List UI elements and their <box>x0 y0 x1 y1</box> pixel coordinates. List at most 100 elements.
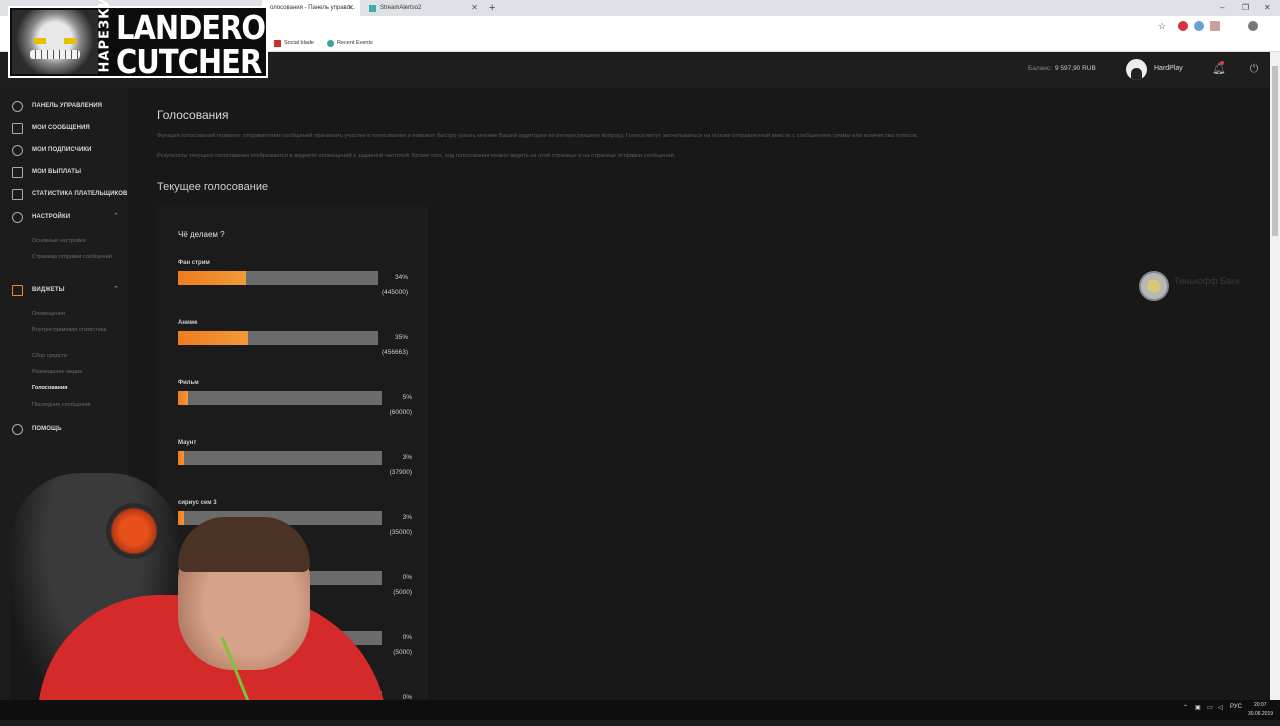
sidebar-item-label: НАСТРОЙКИ <box>32 214 71 220</box>
volume-icon[interactable]: ◁ <box>1218 704 1223 711</box>
profile-icon[interactable] <box>1248 21 1258 31</box>
sidebar-subitem-fundraising[interactable]: Сбор средств <box>32 352 122 360</box>
poll-option-percent: 35% <box>394 334 408 341</box>
mascot-teeth <box>30 50 80 59</box>
balance-label: Баланс: <box>1028 65 1052 72</box>
poll-option-count: (445000) <box>381 289 408 296</box>
avatar[interactable] <box>1126 59 1147 80</box>
messages-icon <box>12 123 23 134</box>
browser-tab-streamalerts[interactable]: StreamAlertso2 ✕ <box>366 0 484 16</box>
language-indicator[interactable]: РУС <box>1230 704 1242 710</box>
sidebar-subitem-media[interactable]: Размещение медиа <box>32 368 122 376</box>
poll-option-count: (60000) <box>389 409 412 416</box>
sidebar-item-payouts[interactable]: МОИ ВЫПЛАТЫ <box>0 166 128 180</box>
help-icon <box>12 424 23 435</box>
poll-option-label: Аниме <box>178 320 198 326</box>
mascot-eye <box>34 38 46 44</box>
sidebar-item-subscribers[interactable]: МОИ ПОДПИСЧИКИ <box>0 144 128 158</box>
tinkoff-bank-logo-icon <box>1139 271 1169 301</box>
user-icon <box>12 145 23 156</box>
chair-logo-icon <box>106 503 162 559</box>
poll-option-percent: 3% <box>402 454 412 461</box>
poll-option-count: (456663) <box>381 349 408 356</box>
chevron-up-icon: ⌃ <box>113 213 119 220</box>
sidebar-item-help[interactable]: ПОМОЩЬ <box>0 423 128 437</box>
poll-option: Аниме 35% (456663) <box>178 320 410 366</box>
sidebar-item-label: ПАНЕЛЬ УПРАВЛЕНИЯ <box>32 103 103 109</box>
wallet-icon <box>12 167 23 178</box>
poll-option-percent: 0% <box>402 634 412 641</box>
poll-option-percent: 0% <box>402 574 412 581</box>
poll-option-bar-fill <box>178 271 246 285</box>
sidebar-item-widgets[interactable]: ВИДЖЕТЫ ⌃ <box>0 284 128 298</box>
network-icon[interactable]: ▭ <box>1207 704 1213 711</box>
poll-option-bar <box>178 331 378 345</box>
sidebar-subitem-basic-settings[interactable]: Основные настройки <box>32 237 122 245</box>
polls-description-results: Результаты текущего голосования отобража… <box>157 153 676 159</box>
sidebar-item-label: ВИДЖЕТЫ <box>32 287 65 293</box>
sidebar-item-label: МОИ СООБЩЕНИЯ <box>32 125 90 131</box>
chevron-up-icon: ⌃ <box>113 286 119 293</box>
sidebar-subitem-alerts[interactable]: Оповещения <box>32 310 122 318</box>
poll-option-percent: 5% <box>402 394 412 401</box>
recent-events-icon <box>327 40 334 47</box>
sidebar-item-payer-stats[interactable]: СТАТИСТИКА ПЛАТЕЛЬЩИКОВ <box>0 188 128 202</box>
logout-power-icon[interactable]: ⏻ <box>1247 62 1261 76</box>
tray-chevron-icon[interactable]: ⌃ <box>1183 704 1188 711</box>
username[interactable]: HardPlay <box>1154 65 1183 72</box>
sidebar-item-label: СТАТИСТИКА ПЛАТЕЛЬЩИКОВ <box>32 191 128 197</box>
restore-icon[interactable]: ❐ <box>1242 0 1249 15</box>
adblock-extension-icon[interactable] <box>1178 21 1188 31</box>
streamer-logo-overlay: НАРЕЗКИ LANDEROK CUTCHER <box>8 0 288 81</box>
close-tab-icon[interactable]: ✕ <box>347 0 354 16</box>
polls-description: Функция голосований позволит отправителя… <box>157 133 919 139</box>
poll-option-bar-fill <box>178 391 189 405</box>
sidebar-item-messages[interactable]: МОИ СООБЩЕНИЯ <box>0 122 128 136</box>
poll-option: Фильм 5% (60000) <box>178 380 414 426</box>
sidebar-item-label: МОИ ВЫПЛАТЫ <box>32 169 82 175</box>
notification-bell-icon[interactable]: 🔔︎ <box>1212 62 1226 76</box>
streamalerts-favicon-icon <box>369 5 376 12</box>
page-scrollbar[interactable] <box>1270 52 1280 700</box>
sidebar-item-dashboard[interactable]: ПАНЕЛЬ УПРАВЛЕНИЯ <box>0 100 128 114</box>
poll-option: Фан стрим 34% (445000) <box>178 260 410 306</box>
tray-app-icon[interactable]: ▣ <box>1195 704 1201 711</box>
logo-side-text: НАРЕЗКИ <box>96 0 113 74</box>
sidebar-subitem-polls[interactable]: Голосования <box>32 384 122 392</box>
webcam-overlay <box>0 465 400 700</box>
close-tab-icon[interactable]: ✕ <box>471 0 478 16</box>
poll-option-bar-fill <box>178 331 248 345</box>
gear-icon <box>12 212 23 223</box>
poll-option-label: Маунт <box>178 440 197 446</box>
sidebar-item-label: ПОМОЩЬ <box>32 426 62 432</box>
sidebar-subitem-last-messages[interactable]: Последние сообщения <box>32 401 122 409</box>
sidebar-item-settings[interactable]: НАСТРОЙКИ ⌃ <box>0 211 128 225</box>
sidebar-subitem-instream-stats[interactable]: Внутристримовая статистика <box>32 326 122 334</box>
bank-logo-text: Тинькофф Банк <box>1174 276 1240 286</box>
scrollbar-thumb[interactable] <box>1272 66 1278 236</box>
windows-taskbar: ⌃ ▣ ▭ ◁ РУС 20:07 30.06.2019 <box>0 700 1280 720</box>
minimize-icon[interactable]: – <box>1220 0 1224 15</box>
bookmark-star-icon[interactable]: ☆ <box>1158 19 1166 34</box>
extension-icon[interactable] <box>1210 21 1220 31</box>
bar-chart-icon <box>12 189 23 200</box>
poll-option-percent: 3% <box>402 514 412 521</box>
clock-date[interactable]: 30.06.2019 <box>1248 711 1273 717</box>
skull-mascot-icon <box>12 10 98 74</box>
poll-option-label: Фильм <box>178 380 199 386</box>
clock-time[interactable]: 20:07 <box>1254 702 1267 708</box>
bookmark-recent-events[interactable]: Recent Events <box>327 36 373 51</box>
sidebar-subitem-send-page[interactable]: Страница отправки сообщений <box>32 253 122 261</box>
extension-icon[interactable] <box>1194 21 1204 31</box>
poll-option-label: Фан стрим <box>178 260 210 266</box>
new-tab-icon[interactable]: + <box>489 0 495 16</box>
balance-value: 9 597,90 RUB <box>1055 65 1096 72</box>
bookmark-label: Social blade <box>284 40 314 46</box>
close-window-icon[interactable]: ✕ <box>1264 0 1271 15</box>
poll-question: Чё делаем ? <box>178 230 225 239</box>
poll-option-bar <box>178 391 382 405</box>
sidebar-item-label: МОИ ПОДПИСЧИКИ <box>32 147 92 153</box>
streamer-hair <box>178 517 310 572</box>
poll-option-bar <box>178 271 378 285</box>
page-title: Голосования <box>157 108 229 122</box>
